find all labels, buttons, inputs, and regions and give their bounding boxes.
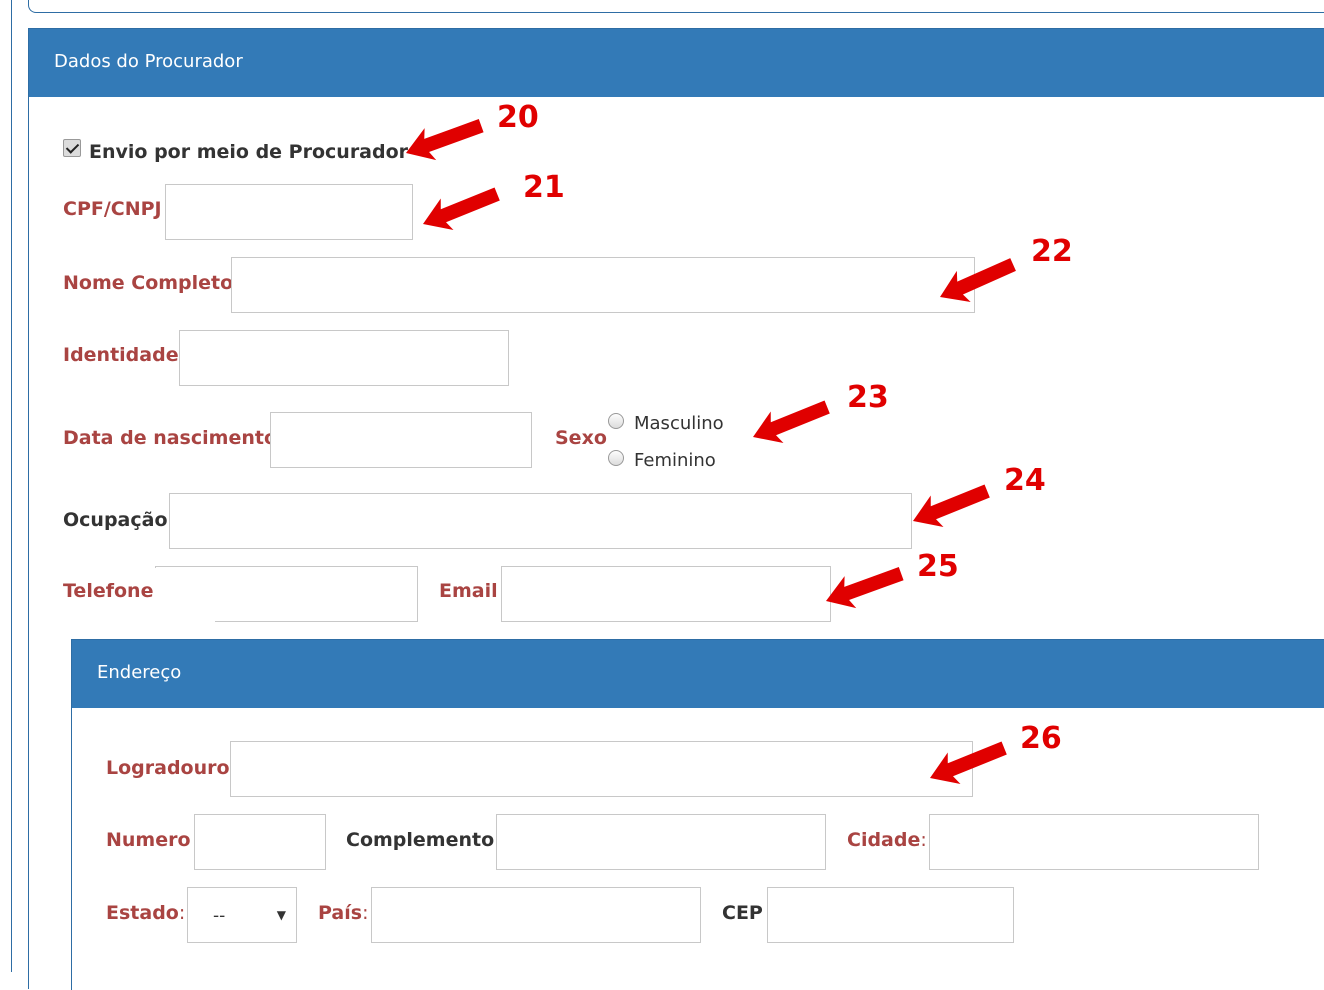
arrow-26-icon: [923, 732, 1011, 794]
annotation-21: 21: [523, 170, 565, 205]
annotation-26: 26: [1020, 721, 1062, 756]
arrow-22-icon: [933, 248, 1020, 313]
arrow-25-icon: [820, 557, 907, 617]
annotation-25: 25: [917, 549, 959, 584]
arrow-24-icon: [906, 475, 994, 537]
annotation-arrows: [400, 109, 1020, 794]
arrow-23-icon: [746, 391, 834, 453]
annotation-23: 23: [847, 380, 889, 415]
annotation-22: 22: [1031, 234, 1073, 269]
arrow-21-icon: [416, 178, 504, 240]
annotation-24: 24: [1004, 463, 1046, 498]
arrow-20-icon: [400, 109, 487, 169]
annotation-20: 20: [497, 100, 539, 135]
